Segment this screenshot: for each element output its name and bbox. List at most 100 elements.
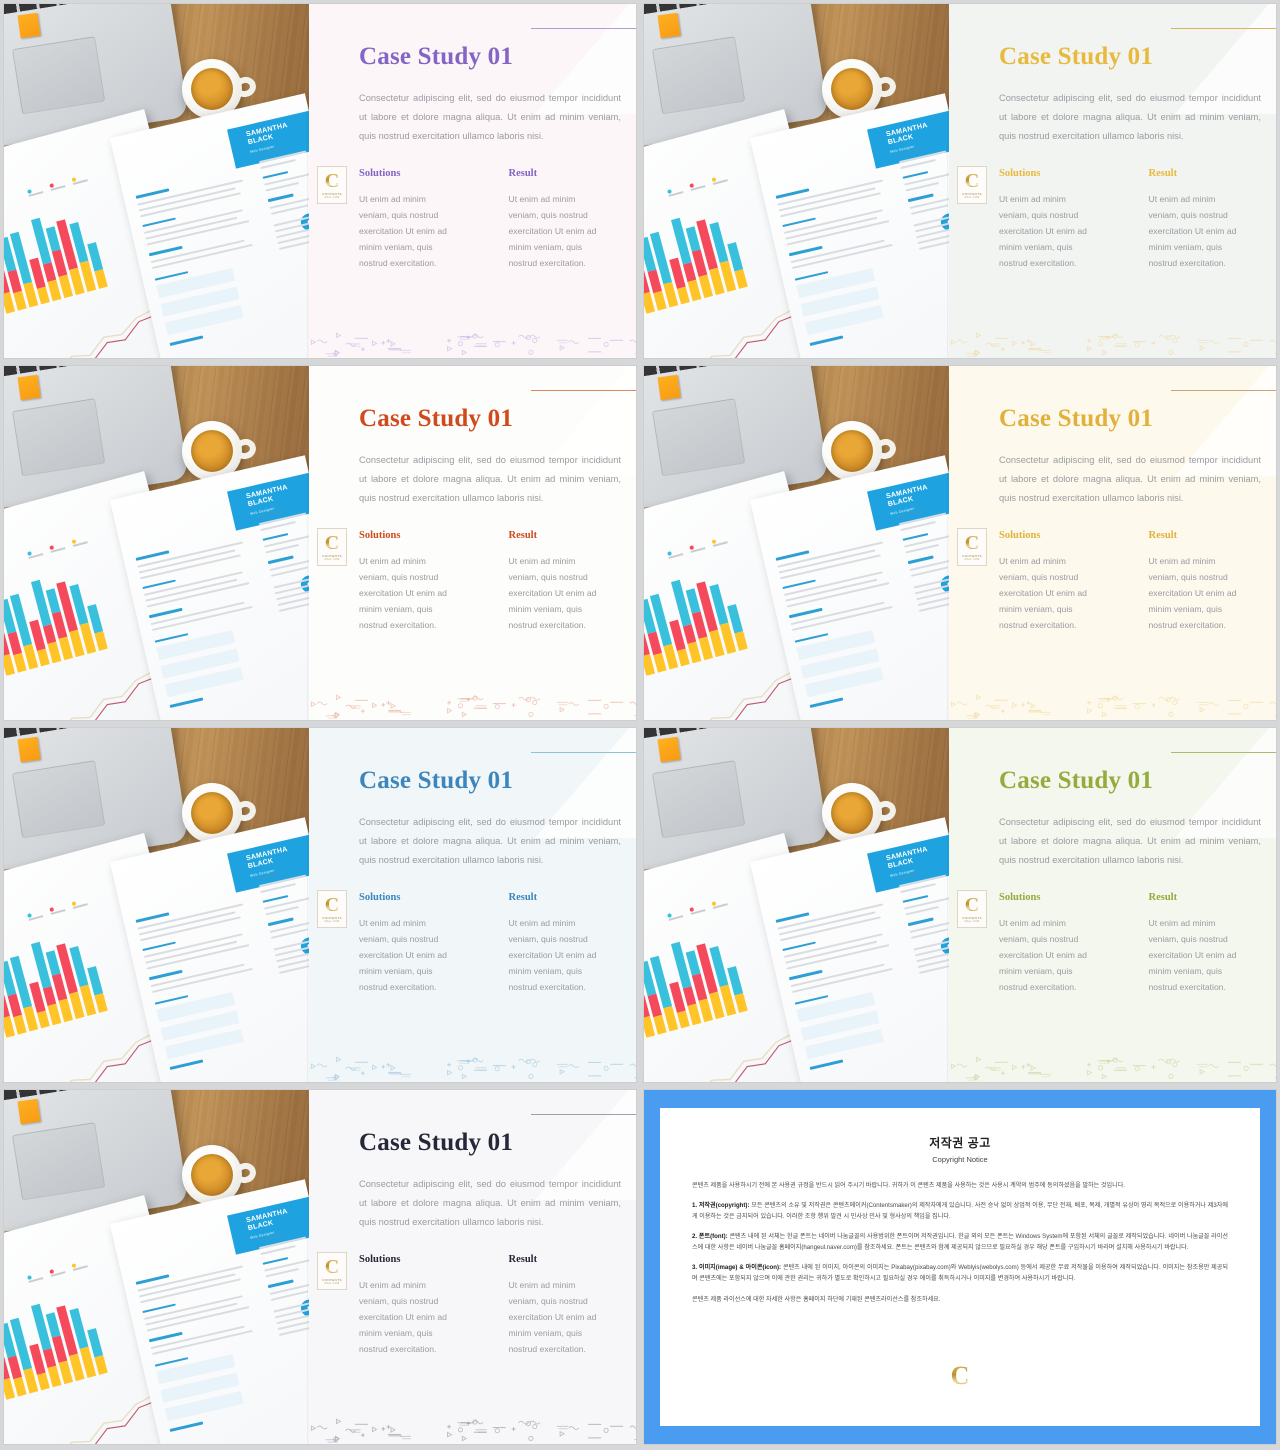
copyright-notice-slide[interactable]: 저작권 공고 Copyright Notice 콘텐츠 제품을 사용하시기 전에… <box>644 1090 1276 1444</box>
resume-body-left <box>135 1257 281 1437</box>
decorative-doodle-pattern <box>310 694 636 719</box>
slide-lead-paragraph: Consectetur adipiscing elit, sed do eius… <box>359 455 621 503</box>
column-result: Result Ut enim ad minim veniam, quis nos… <box>1149 892 1239 995</box>
orange-sticky-note-icon <box>657 12 681 39</box>
resume-body-right <box>257 867 309 978</box>
orange-sticky-note-icon <box>17 374 41 401</box>
logo-line-2: MALL.COM <box>964 557 980 561</box>
orange-sticky-note-icon <box>17 736 41 763</box>
chart-bar-segment <box>653 652 667 673</box>
slide-text-panel: Case Study 01 Consectetur adipiscing eli… <box>309 366 636 720</box>
accent-rule <box>531 28 636 29</box>
column-body-solutions: Ut enim ad minim veniam, quis nostrud ex… <box>999 194 1087 268</box>
trackpad <box>11 1122 106 1201</box>
resume-body-right <box>257 505 309 616</box>
resume-body-right <box>897 867 949 978</box>
decorative-doodle-pattern <box>950 694 1276 719</box>
brand-logo: C CONTENTS MALL.COM <box>317 890 347 928</box>
resume-body-right <box>897 505 949 616</box>
presentation-slide-6[interactable]: SAMANTHA BLACK Web Designer ● <box>644 728 1276 1082</box>
presentation-slide-2[interactable]: SAMANTHA BLACK Web Designer ● <box>644 4 1276 358</box>
brand-logo: C CONTENTS MALL.COM <box>317 166 347 204</box>
presentation-slide-3[interactable]: SAMANTHA BLACK Web Designer ● <box>4 366 636 720</box>
column-heading-result: Result <box>508 168 538 179</box>
column-result: Result Ut enim ad minim veniam, quis nos… <box>509 892 599 995</box>
accent-rule <box>1171 28 1276 29</box>
column-solutions: Solutions Ut enim ad minim veniam, quis … <box>359 168 449 271</box>
chart-bar-segment <box>676 648 690 667</box>
logo-line-2: MALL.COM <box>324 919 340 923</box>
logo-line-2: MALL.COM <box>324 557 340 561</box>
resume-body-left <box>135 171 281 351</box>
column-heading-result: Result <box>508 892 538 903</box>
resume-body-left <box>775 533 921 713</box>
copyright-paragraph: 콘텐츠 제품 라이선스에 대한 자세한 사항은 홈페이지 하단에 기재된 콘텐츠… <box>692 1296 941 1303</box>
desk-photo: SAMANTHA BLACK Web Designer ● <box>4 4 309 358</box>
slide-deck-grid: SAMANTHA BLACK Web Designer ● <box>0 0 1280 1450</box>
slide-text-panel: Case Study 01 Consectetur adipiscing eli… <box>949 366 1276 720</box>
desk-photo: SAMANTHA BLACK Web Designer ● <box>4 728 309 1082</box>
chart-bar-segment <box>734 269 748 289</box>
slide-lead-paragraph: Consectetur adipiscing elit, sed do eius… <box>999 455 1261 503</box>
column-result: Result Ut enim ad minim veniam, quis nos… <box>509 168 599 271</box>
desk-photo: SAMANTHA BLACK Web Designer ● <box>644 366 949 720</box>
chart-bar-segment <box>94 269 108 289</box>
chart-bars <box>644 562 748 679</box>
resume-body-right <box>897 143 949 254</box>
resume-body-left <box>135 533 281 713</box>
slide-title: Case Study 01 <box>359 405 514 432</box>
slide-title: Case Study 01 <box>359 43 514 70</box>
chart-bar-segment <box>94 1355 108 1375</box>
watermark-logo: C <box>943 1355 977 1397</box>
chart-bar-segment <box>734 993 748 1013</box>
trackpad <box>651 398 746 477</box>
logo-letter: C <box>964 169 980 192</box>
orange-sticky-note-icon <box>17 12 41 39</box>
trackpad <box>651 36 746 115</box>
column-heading-result: Result <box>1148 530 1178 541</box>
chart-bar-segment <box>676 1010 690 1029</box>
chart-bar-segment <box>653 1014 667 1035</box>
column-heading-solutions: Solutions <box>359 530 401 541</box>
desk-photo: SAMANTHA BLACK Web Designer ● <box>644 728 949 1082</box>
desk-photo: SAMANTHA BLACK Web Designer ● <box>644 4 949 358</box>
accent-rule <box>531 390 636 391</box>
chart-bar-segment <box>13 1014 27 1035</box>
logo-letter: C <box>324 531 340 554</box>
slide-title: Case Study 01 <box>999 43 1154 70</box>
slide-lead-paragraph: Consectetur adipiscing elit, sed do eius… <box>359 1179 621 1227</box>
presentation-slide-7[interactable]: SAMANTHA BLACK Web Designer ● <box>4 1090 636 1444</box>
slide-columns: Solutions Ut enim ad minim veniam, quis … <box>999 168 1238 271</box>
brand-logo: C CONTENTS MALL.COM <box>957 528 987 566</box>
slide-text-panel: Case Study 01 Consectetur adipiscing eli… <box>309 728 636 1082</box>
copyright-paragraph: 3. 이미지(image) & 아이콘(icon): 콘텐츠 내에 된 이미지,… <box>692 1264 1229 1282</box>
slide-title: Case Study 01 <box>999 405 1154 432</box>
logo-letter: C <box>324 169 340 192</box>
slide-text-panel: Case Study 01 Consectetur adipiscing eli… <box>949 728 1276 1082</box>
presentation-slide-5[interactable]: SAMANTHA BLACK Web Designer ● <box>4 728 636 1082</box>
resume-body-right <box>257 1229 309 1340</box>
column-heading-solutions: Solutions <box>999 892 1041 903</box>
column-solutions: Solutions Ut enim ad minim veniam, quis … <box>999 892 1089 995</box>
slide-text-panel: Case Study 01 Consectetur adipiscing eli… <box>309 4 636 358</box>
chart-legend <box>27 536 88 559</box>
copyright-subtitle: Copyright Notice <box>932 1155 988 1164</box>
presentation-slide-4[interactable]: SAMANTHA BLACK Web Designer ● <box>644 366 1276 720</box>
logo-letter: C <box>964 531 980 554</box>
chart-bar-segment <box>13 290 27 311</box>
chart-bar-segment <box>94 993 108 1013</box>
column-heading-solutions: Solutions <box>359 1254 401 1265</box>
column-body-solutions: Ut enim ad minim veniam, quis nostrud ex… <box>999 918 1087 992</box>
slide-lead-paragraph: Consectetur adipiscing elit, sed do eius… <box>359 817 621 865</box>
chart-bars <box>4 924 108 1041</box>
decorative-doodle-pattern <box>310 1056 636 1081</box>
desk-photo: SAMANTHA BLACK Web Designer ● <box>4 366 309 720</box>
column-solutions: Solutions Ut enim ad minim veniam, quis … <box>359 530 449 633</box>
presentation-slide-1[interactable]: SAMANTHA BLACK Web Designer ● <box>4 4 636 358</box>
column-heading-solutions: Solutions <box>999 168 1041 179</box>
column-heading-result: Result <box>508 1254 538 1265</box>
column-result: Result Ut enim ad minim veniam, quis nos… <box>509 1254 599 1357</box>
resume-body-left <box>775 171 921 351</box>
column-heading-solutions: Solutions <box>359 168 401 179</box>
slide-text-panel: Case Study 01 Consectetur adipiscing eli… <box>949 4 1276 358</box>
